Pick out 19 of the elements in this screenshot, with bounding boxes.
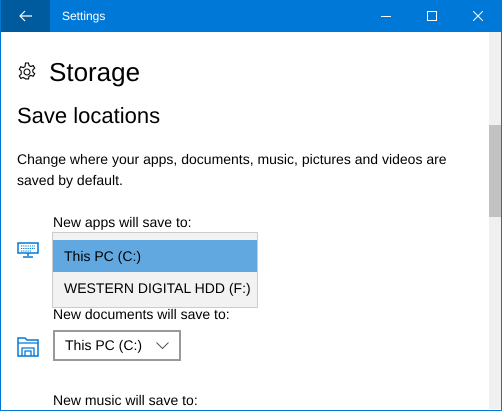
- back-button[interactable]: [1, 0, 50, 32]
- monitor-icon: [17, 242, 39, 258]
- close-icon: [473, 11, 483, 21]
- description-text: Change where your apps, documents, music, pictures and videos are saved by default.: [17, 150, 448, 190]
- chevron-down-icon: [156, 342, 169, 349]
- dropdown[interactable]: This PC (C:): [53, 330, 181, 361]
- section-heading: Save locations: [17, 102, 162, 130]
- window-title: Settings: [62, 8, 106, 25]
- scrollbar-thumb[interactable]: [489, 125, 501, 217]
- scrollbar[interactable]: [489, 32, 501, 409]
- settings-icon: [17, 62, 37, 82]
- setting-label: New music will save to:: [52, 391, 199, 410]
- page-title: Storage: [49, 57, 140, 87]
- setting-label: New apps will save to:: [52, 213, 193, 232]
- setting-label: New documents will save to:: [52, 305, 231, 324]
- folder-icon: [17, 334, 39, 356]
- back-arrow-icon: [18, 10, 32, 22]
- maximize-icon: [427, 11, 437, 21]
- dropdown-option[interactable]: This PC (C:): [53, 240, 257, 272]
